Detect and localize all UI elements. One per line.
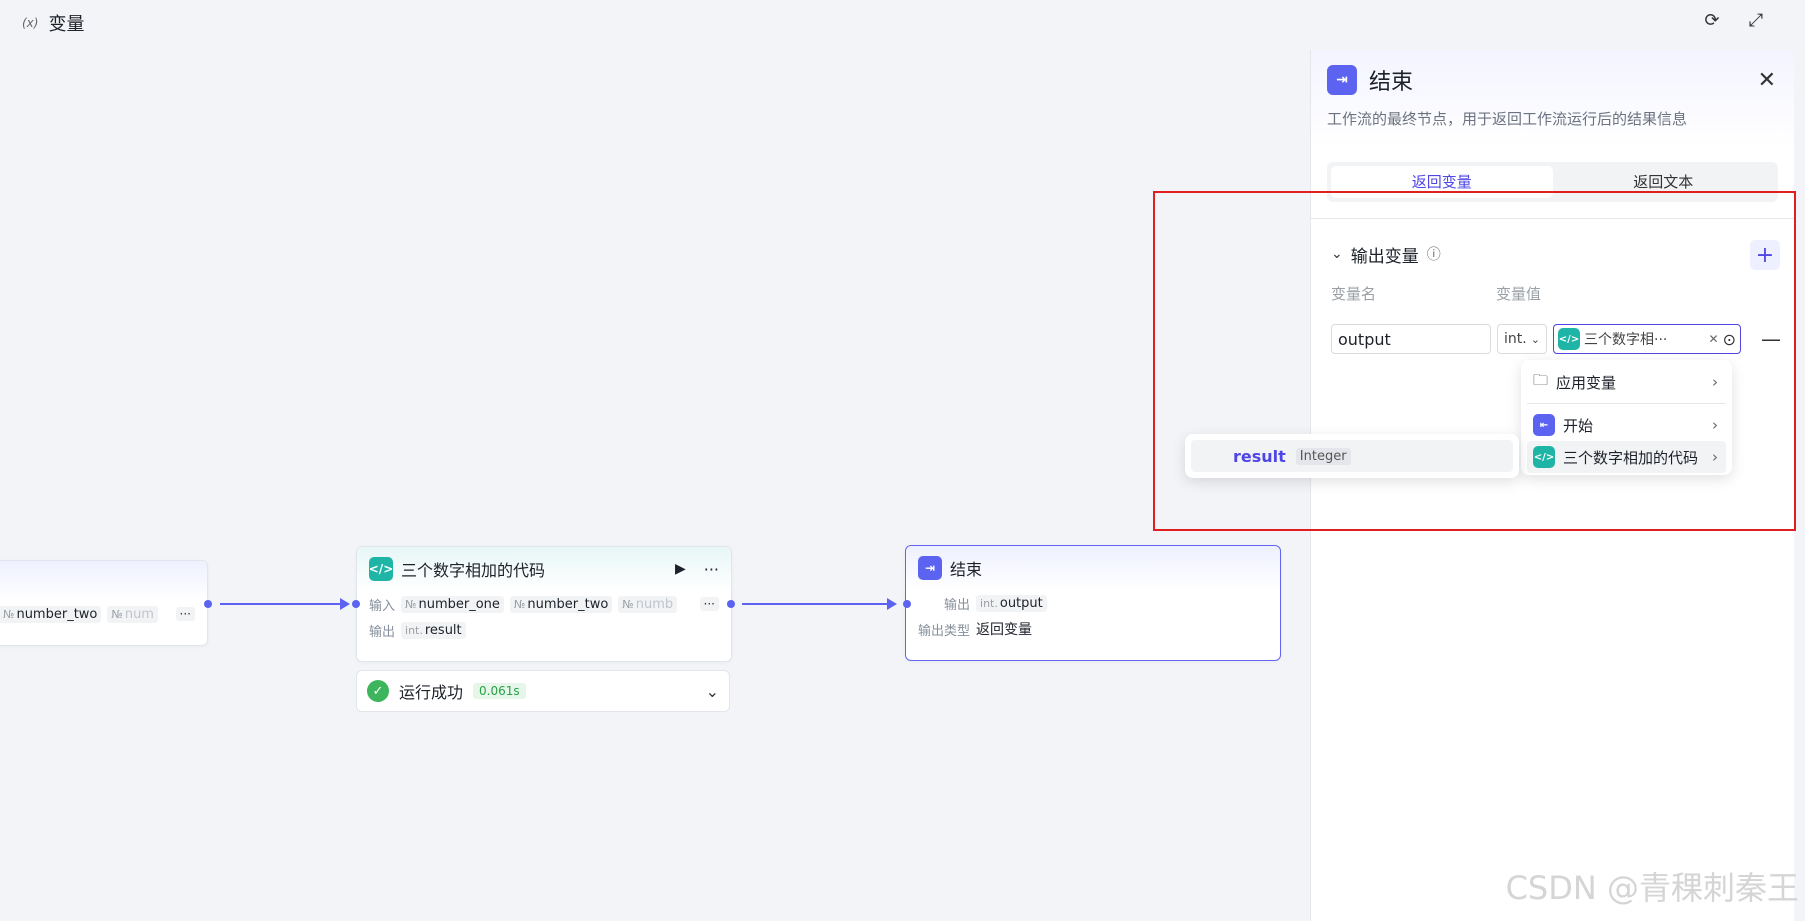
output-label: 输出 — [369, 624, 396, 640]
edge-arrow — [887, 598, 897, 610]
output-kind-label: 输出类型 — [918, 623, 971, 639]
success-check-icon: ✓ — [367, 680, 389, 702]
edge-start-to-code — [220, 603, 345, 605]
input-chip: № number_one — [401, 595, 504, 613]
end-icon: ⇥ — [1327, 65, 1357, 95]
end-node-title: 结束 — [950, 560, 983, 579]
status-text: 运行成功 — [399, 683, 464, 702]
watermark: CSDN @青稞刺秦王 — [1505, 869, 1799, 907]
run-status-bar[interactable]: ✓ 运行成功 0.061s ⌄ — [356, 670, 730, 712]
code-node-header: </> 三个数字相加的代码 ▶ ··· — [357, 547, 731, 591]
edge-code-to-end — [742, 603, 892, 605]
variable-label: 变量 — [48, 14, 85, 35]
node-inputs: № number_two № num ··· — [0, 601, 207, 627]
output-chip: int. output — [976, 594, 1047, 612]
refresh-icon[interactable]: ⟳ — [1700, 8, 1724, 32]
code-node[interactable]: </> 三个数字相加的代码 ▶ ··· 输入 № number_one № numb… — [356, 546, 732, 662]
output-kind-value: 返回变量 — [976, 622, 1033, 638]
input-chip: № number_two — [0, 605, 102, 623]
input-chip: № num — [107, 605, 158, 623]
expand-icon[interactable]: ⤢ — [1744, 8, 1768, 32]
workflow-canvas[interactable] — [0, 0, 1310, 921]
chevron-down-icon[interactable]: ⌄ — [706, 682, 719, 701]
top-bar: (x) 变量 ⟳ ⤢ — [0, 0, 1805, 40]
edge-arrow — [340, 598, 350, 610]
code-node-inputs: 输入 № number_one № number_two № numb ··· — [357, 591, 731, 617]
code-node-title: 三个数字相加的代码 — [401, 561, 546, 580]
input-label: 输入 — [369, 598, 396, 614]
end-node-input-port[interactable] — [903, 600, 911, 608]
close-icon[interactable]: ✕ — [1758, 68, 1776, 93]
end-node-header: ⇥ 结束 — [906, 546, 1280, 590]
end-node[interactable]: ⇥ 结束 输出 int. output 输出类型 返回变量 — [905, 545, 1281, 661]
more-inputs-button[interactable]: ··· — [699, 597, 719, 611]
run-time-badge: 0.061s — [473, 683, 526, 699]
highlight-annotation-box — [1153, 191, 1796, 531]
input-chip: № number_two — [509, 595, 613, 613]
input-chip: № numb — [618, 595, 678, 613]
code-node-input-port[interactable] — [352, 600, 360, 608]
code-node-output-port[interactable] — [727, 600, 735, 608]
start-node[interactable]: № number_two № num ··· — [0, 560, 208, 646]
end-icon: ⇥ — [918, 556, 942, 580]
end-node-outputs: 输出 int. output — [906, 590, 1280, 616]
code-icon: </> — [369, 557, 393, 581]
panel-description: 工作流的最终节点，用于返回工作流运行后的结果信息 — [1327, 110, 1688, 128]
run-icon[interactable]: ▶ — [675, 561, 686, 577]
end-node-output-kind: 输出类型 返回变量 — [906, 616, 1280, 642]
code-node-outputs: 输出 int. result — [357, 617, 731, 643]
start-node-output-port[interactable] — [204, 600, 212, 608]
output-chip: int. result — [401, 621, 466, 639]
variable-icon: (x) — [22, 16, 39, 30]
node-header — [0, 561, 207, 601]
more-icon[interactable]: ··· — [704, 560, 719, 579]
panel-header: ⇥ 结束 工作流的最终节点，用于返回工作流运行后的结果信息 ✕ — [1311, 50, 1794, 146]
output-label: 输出 — [944, 597, 971, 613]
panel-title: 结束 — [1369, 70, 1414, 95]
variable-button[interactable]: (x) 变量 — [22, 10, 84, 36]
more-inputs-button[interactable]: ··· — [175, 607, 195, 621]
